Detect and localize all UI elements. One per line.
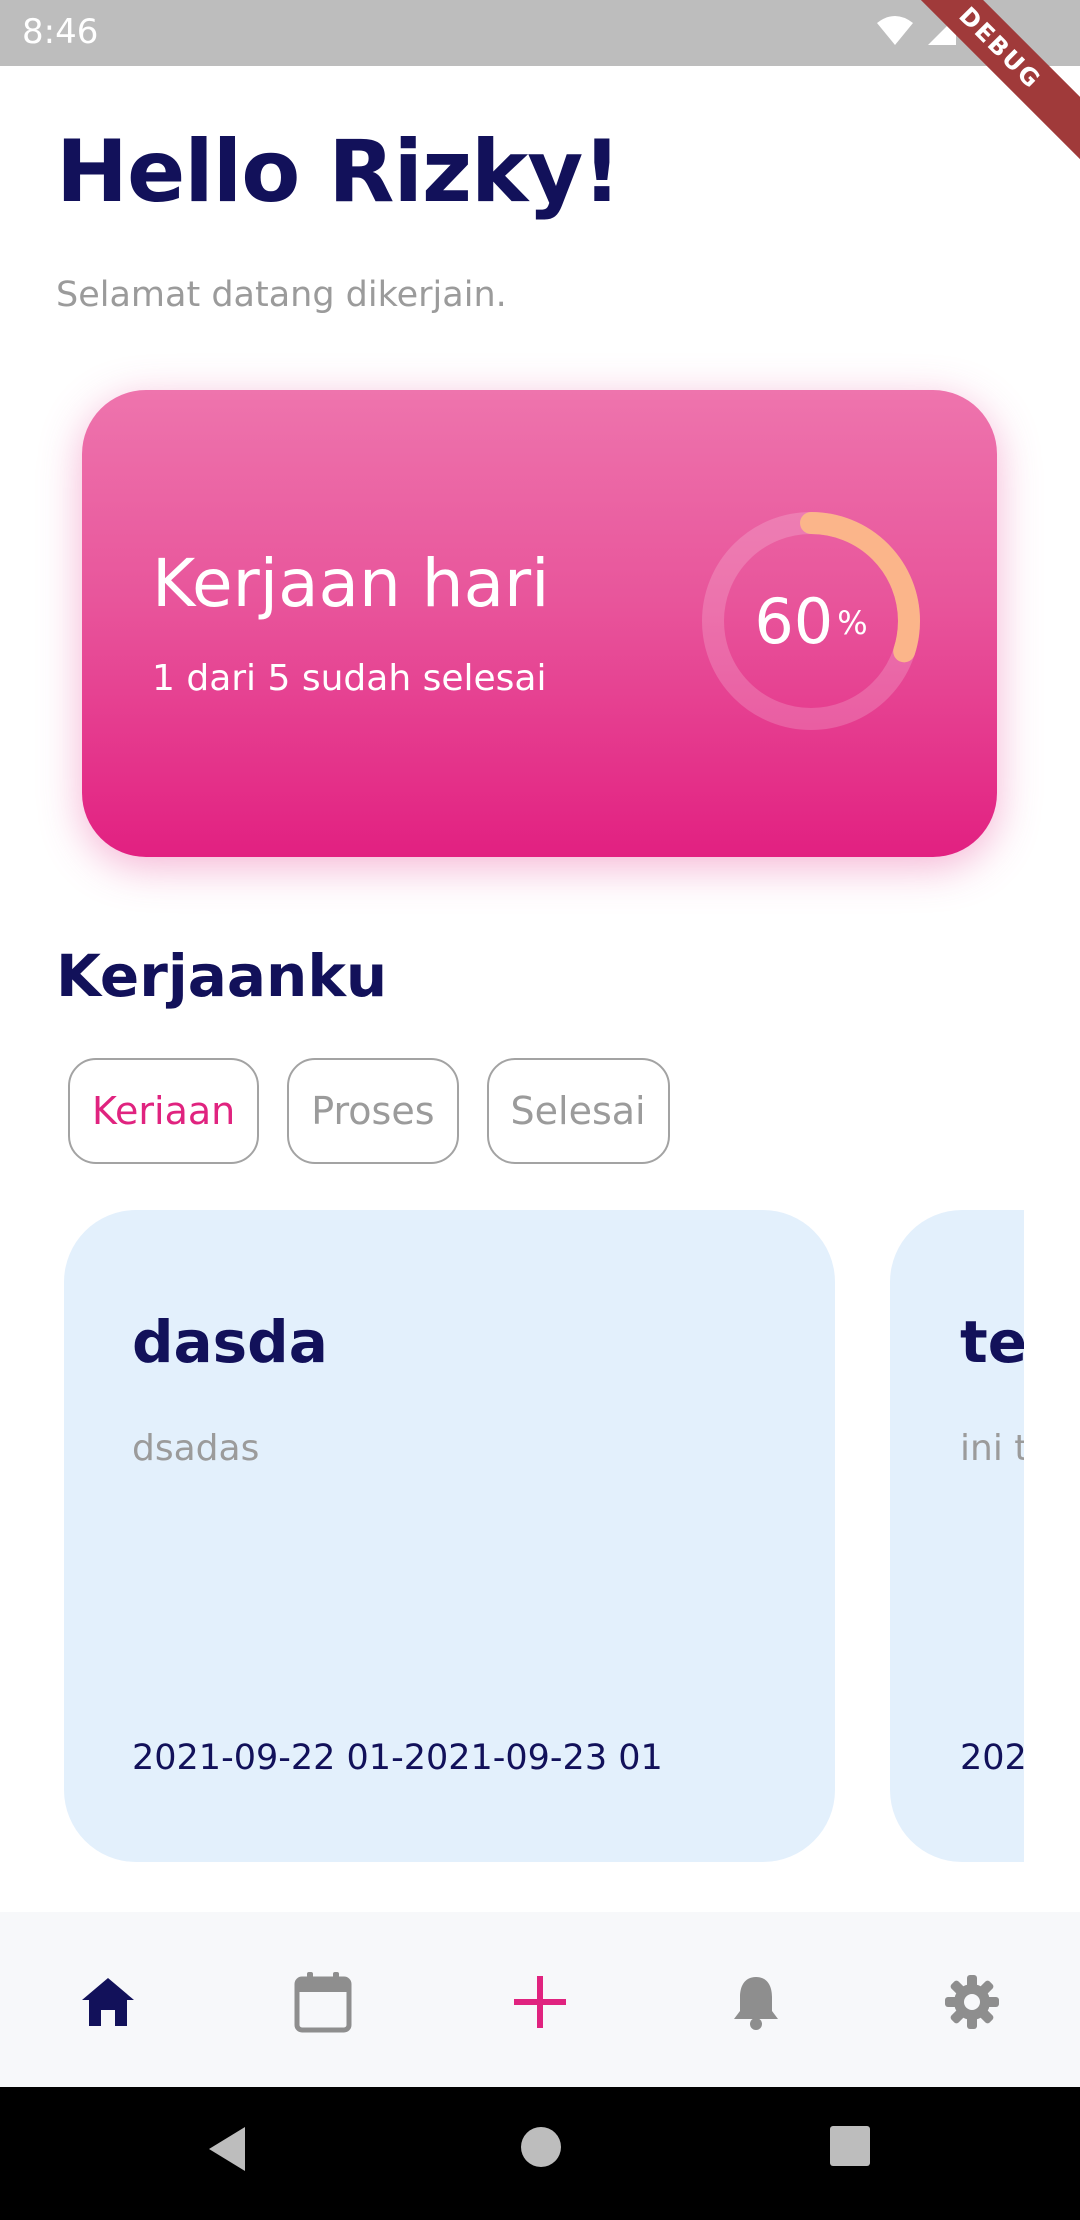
progress-unit: % [837,604,868,642]
filter-chips: Keriaan Proses Selesai [68,1058,670,1164]
progress-label: 60 % [698,508,924,734]
home-button-icon[interactable] [519,2125,563,2169]
filter-chip-kerjaan[interactable]: Keriaan [68,1058,260,1164]
home-icon [82,1978,134,2026]
task-description: ini t [960,1428,1024,1469]
summary-card-title: Kerjaan hari [152,545,550,622]
filter-chip-proses[interactable]: Proses [287,1058,459,1164]
daily-summary-card[interactable]: Kerjaan hari 1 dari 5 sudah selesai 60 % [82,390,997,857]
section-title: Kerjaanku [56,942,388,1010]
system-navigation-bar [0,2087,1080,2220]
task-date-range: 2021-09-22 01-2021-09-23 01 [132,1738,663,1778]
task-card[interactable]: dasda dsadas 2021-09-22 01-2021-09-23 01 [64,1210,835,1862]
welcome-subtitle: Selamat datang dikerjain. [56,275,507,315]
task-date-range: 202 [960,1738,1024,1778]
back-icon[interactable] [205,2125,249,2173]
nav-calendar[interactable] [283,1962,363,2042]
status-time: 8:46 [22,12,99,52]
wifi-icon [877,16,913,45]
filter-chip-selesai[interactable]: Selesai [486,1058,670,1164]
nav-add[interactable] [500,1962,580,2042]
calendar-icon [294,1972,352,2033]
add-icon [514,1976,566,2028]
task-title: dasda [132,1308,328,1376]
nav-settings[interactable] [932,1962,1012,2042]
nav-notifications[interactable] [716,1962,796,2042]
progress-value: 60 [754,584,834,658]
settings-icon [945,1975,999,2029]
bottom-navigation [0,1912,1080,2087]
task-list[interactable]: dasda dsadas 2021-09-22 01-2021-09-23 01… [0,1210,1024,1862]
nav-home[interactable] [68,1962,148,2042]
greeting-title: Hello Rizky! [56,122,622,222]
status-bar: 8:46 [0,0,1080,66]
task-description: dsadas [132,1428,260,1469]
summary-card-subtitle: 1 dari 5 sudah selesai [152,658,547,699]
task-card[interactable]: tes ini t 202 [890,1210,1024,1862]
recents-icon[interactable] [829,2125,871,2167]
task-title: tes [960,1308,1024,1376]
bell-icon [734,1977,778,2030]
